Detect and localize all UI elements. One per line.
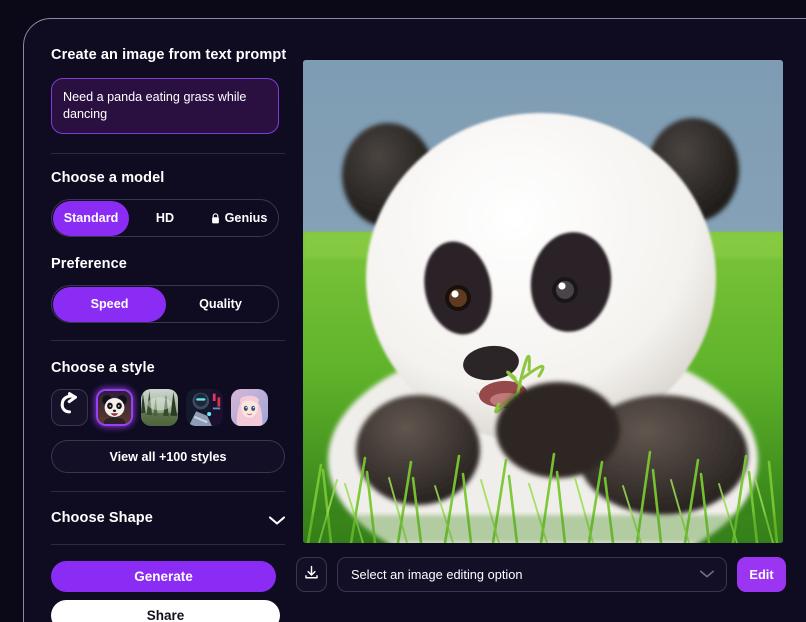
model-option-genius-label: Genius — [224, 211, 268, 225]
share-button-label: Share — [146, 608, 185, 622]
choose-shape-label: Choose Shape — [51, 510, 153, 526]
model-option-standard[interactable]: Standard — [54, 201, 128, 235]
download-button[interactable] — [296, 557, 327, 592]
lock-icon — [211, 212, 220, 224]
divider-shape — [51, 544, 285, 545]
panda-thumbnail — [98, 391, 131, 424]
panda-preview-art — [303, 60, 783, 543]
preference-option-quality[interactable]: Quality — [165, 288, 276, 321]
model-option-genius[interactable]: Genius — [202, 202, 276, 235]
app-root: Create an image from text prompt Need a … — [0, 0, 806, 622]
generate-button-label: Generate — [134, 569, 193, 584]
anime-thumbnail — [231, 389, 268, 426]
prompt-input[interactable]: Need a panda eating grass while dancing — [51, 78, 279, 134]
forest-thumbnail — [141, 389, 178, 426]
divider-preference — [51, 340, 285, 341]
style-thumb-anime[interactable] — [231, 389, 268, 426]
preference-segmented-control: Speed Quality — [51, 285, 279, 323]
generator-panel: Create an image from text prompt Need a … — [23, 18, 806, 622]
model-option-standard-label: Standard — [63, 211, 119, 225]
generate-button[interactable]: Generate — [51, 561, 276, 592]
view-all-styles-button[interactable]: View all +100 styles — [51, 440, 285, 473]
chevron-down-icon — [268, 513, 286, 525]
style-thumb-no-style[interactable] — [51, 389, 88, 426]
image-editing-option-value: Select an image editing option — [351, 567, 523, 582]
preference-option-speed[interactable]: Speed — [54, 287, 165, 321]
reset-arrow-icon — [60, 392, 77, 414]
model-section-title: Choose a model — [51, 170, 165, 186]
chevron-down-icon — [699, 566, 715, 584]
model-option-hd[interactable]: HD — [128, 202, 202, 235]
edit-button-label: Edit — [749, 567, 774, 582]
controls-column: Create an image from text prompt Need a … — [51, 45, 305, 622]
generated-image-preview[interactable] — [303, 60, 783, 543]
preference-option-speed-label: Speed — [90, 297, 129, 311]
download-icon — [303, 564, 320, 586]
prompt-section-title: Create an image from text prompt — [51, 47, 287, 63]
model-segmented-control: Standard HD Genius — [51, 199, 279, 237]
style-thumb-cyberpunk[interactable] — [186, 389, 223, 426]
style-section-title: Choose a style — [51, 360, 155, 376]
share-button[interactable]: Share — [51, 600, 280, 622]
divider-prompt — [51, 153, 285, 154]
style-thumbnail-list — [51, 389, 305, 426]
edit-button[interactable]: Edit — [737, 557, 786, 592]
image-actions-bar: Select an image editing option Edit — [296, 557, 786, 592]
choose-shape-row[interactable]: Choose Shape — [51, 508, 286, 528]
style-thumb-forest[interactable] — [141, 389, 178, 426]
preference-section-title: Preference — [51, 256, 127, 272]
divider-style — [51, 491, 285, 492]
view-all-styles-label: View all +100 styles — [109, 449, 227, 464]
cyberpunk-thumbnail — [186, 389, 223, 426]
image-editing-option-select[interactable]: Select an image editing option — [337, 557, 727, 592]
style-thumb-panda[interactable] — [96, 389, 133, 426]
model-option-hd-label: HD — [155, 211, 175, 225]
preference-option-quality-label: Quality — [199, 297, 242, 311]
